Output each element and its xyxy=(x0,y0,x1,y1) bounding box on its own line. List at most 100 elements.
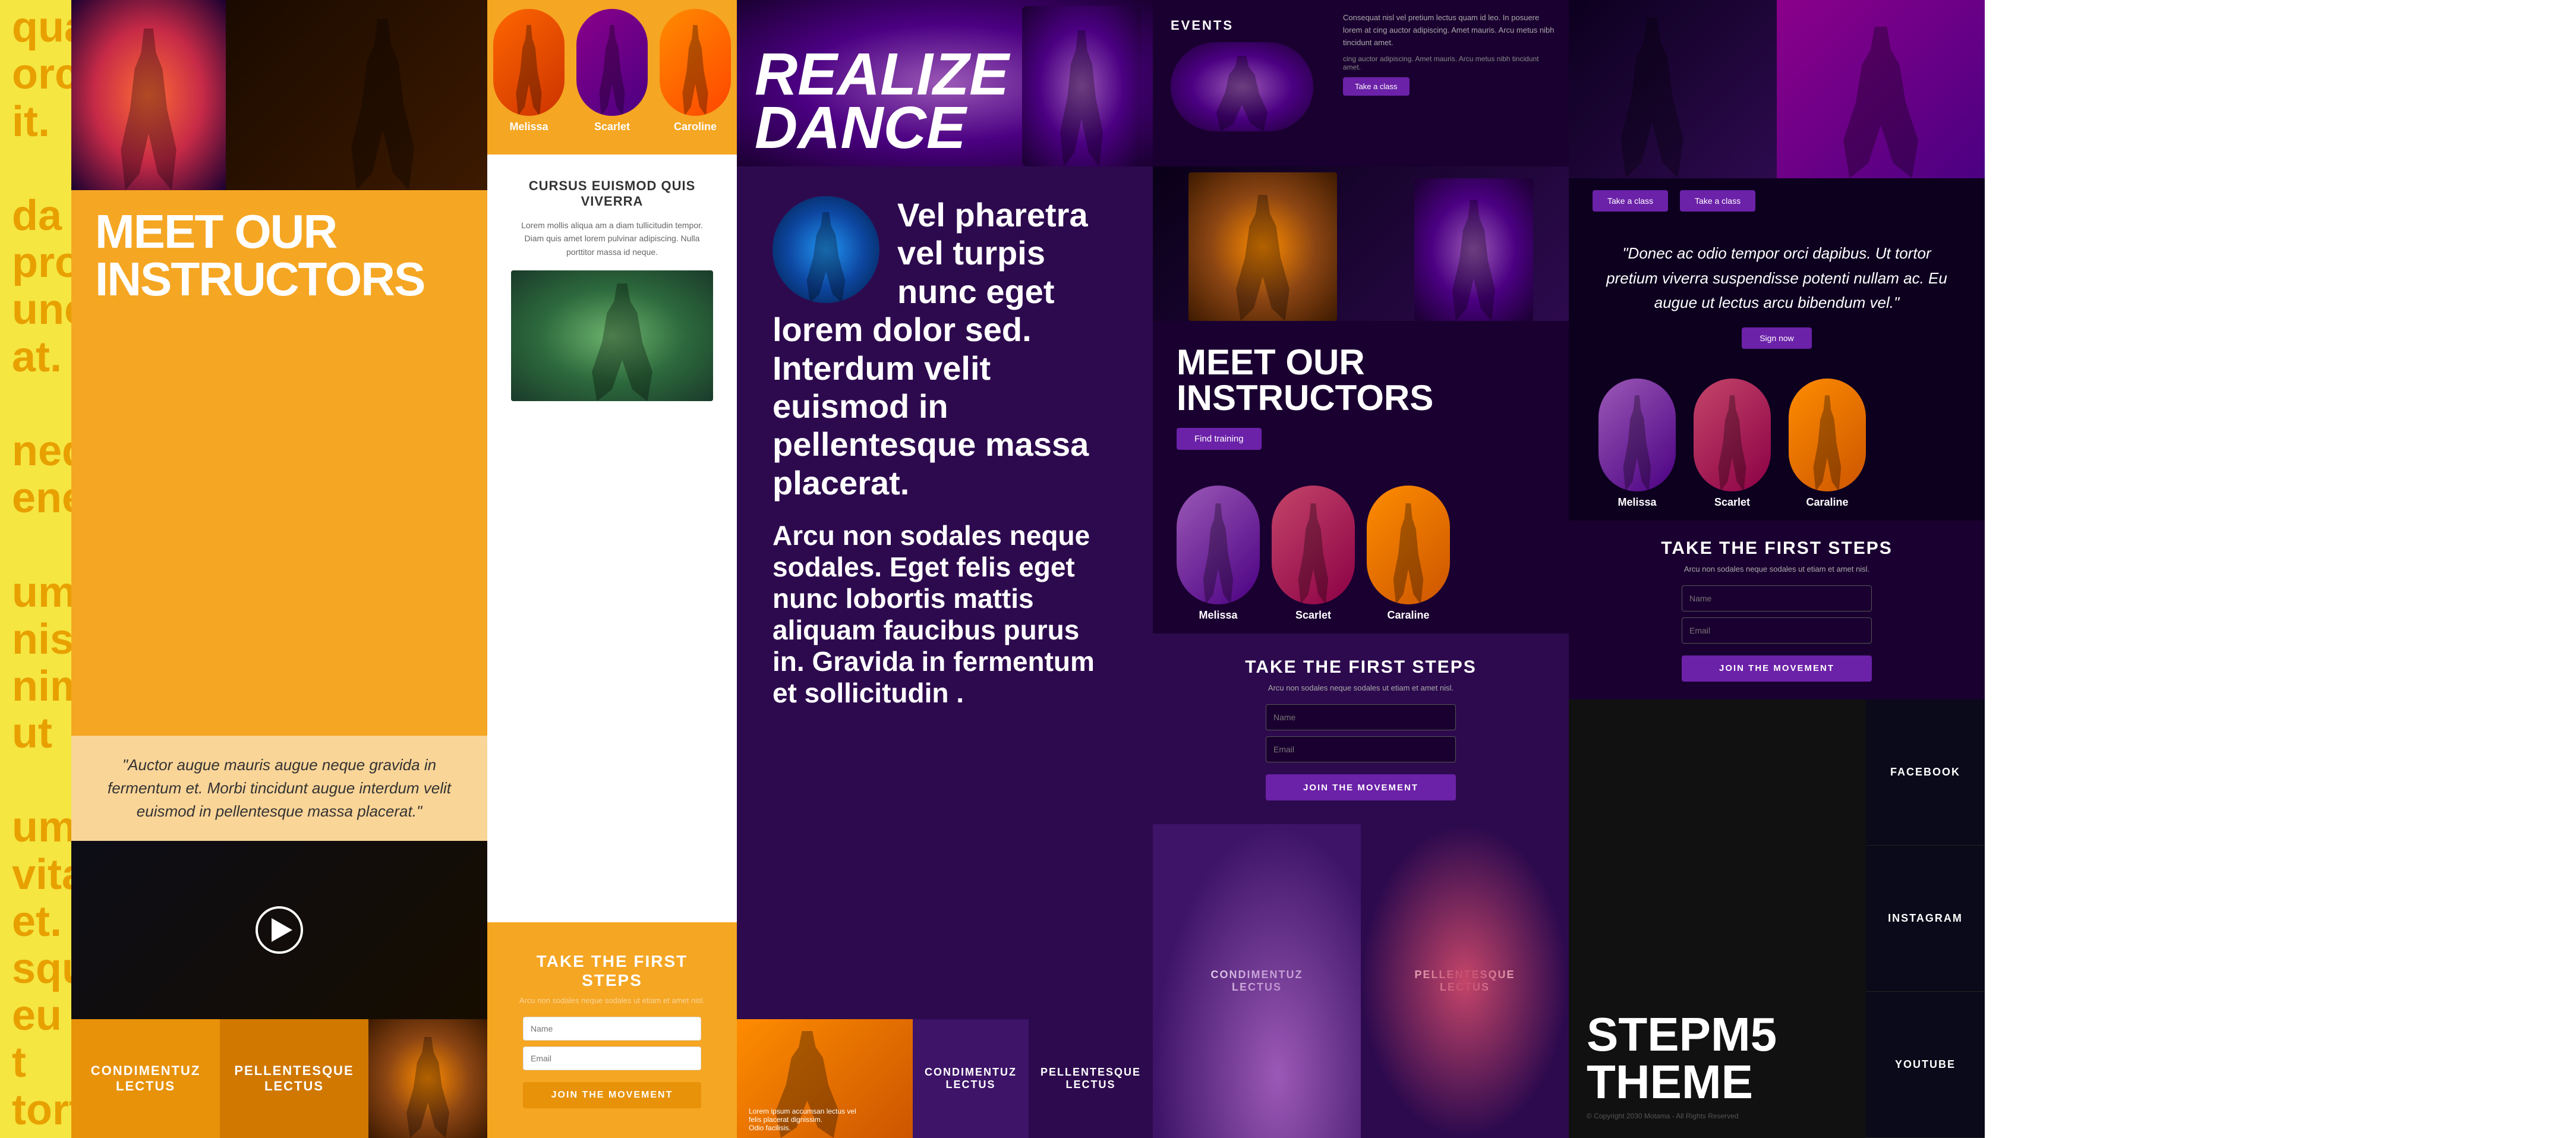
facebook-link[interactable]: FACEBOOK xyxy=(1866,699,1985,846)
panel4-photo-card: Lorem ipsum accumsan lectus velfelis pla… xyxy=(737,1019,913,1138)
panel3-cta: TAKE THE FIRST STEPS Arcu non sodales ne… xyxy=(487,922,737,1138)
panel5-duo-photo xyxy=(1153,166,1569,321)
panel5-events: EVENTS Consequat nisl vel pretium lectus… xyxy=(1153,0,1569,166)
panel6-buttons: Take a class Take a class xyxy=(1569,178,1985,223)
panel6-duo-photos xyxy=(1569,0,1985,178)
p5-name-input[interactable] xyxy=(1266,704,1456,730)
p6-join-button[interactable]: Join the movement xyxy=(1682,655,1872,682)
p5-card-bottom-2[interactable]: PELLENTESQUELECTUS xyxy=(1361,824,1569,1138)
panel2-card-pellentesque[interactable]: PELLENTESQUE LECTUS xyxy=(220,1019,368,1138)
p5-join-button[interactable]: Join the movement xyxy=(1266,774,1456,800)
panel4-card-pellentesque[interactable]: PELLENTESQUE LECTUS xyxy=(1029,1019,1153,1138)
p5-card-bottom-title-2: PELLENTESQUELECTUS xyxy=(1414,969,1515,994)
panel2-video-section[interactable] xyxy=(71,841,487,1019)
melissa-photo xyxy=(493,9,565,116)
meet-instructors-title-2: MEET OUR INSTRUCTORS xyxy=(1177,345,1545,416)
copyright-text: © Copyright 2030 Motama - All Rights Res… xyxy=(1587,1112,1739,1120)
panel-orange-dance: MEET OUR INSTRUCTORS "Auctor augue mauri… xyxy=(71,0,487,1138)
panel5-meet-section: MEET OUR INSTRUCTORS Find training xyxy=(1153,321,1569,474)
cta-email-input[interactable] xyxy=(523,1046,701,1070)
instagram-link[interactable]: INSTAGRAM xyxy=(1866,846,1985,992)
caroline-photo xyxy=(660,9,731,116)
p5-cta-subtitle: Arcu non sodales neque sodales ut etiam … xyxy=(1268,683,1453,692)
panel4-card-condimentuz[interactable]: CONDIMENTUZ LECTUS xyxy=(913,1019,1029,1138)
p6-scarlet-name: Scarlet xyxy=(1714,496,1750,509)
panel2-card-condimentuz[interactable]: CONDIMENTUZ LECTUS xyxy=(71,1019,220,1138)
card-title-1: CONDIMENTUZ xyxy=(91,1063,201,1079)
panel2-small-photo xyxy=(368,1019,487,1138)
panel5-bottom-cards: CONDIMENTUZLECTUS PELLENTESQUELECTUS xyxy=(1153,824,1569,1138)
panel6-ballet-photo xyxy=(1569,0,1777,178)
p5-caraline-photo xyxy=(1367,486,1450,604)
duo-dancer-left xyxy=(1188,172,1337,321)
panel4-content: Vel pharetra vel turpis nunc eget lorem … xyxy=(737,166,1153,1019)
panel4-card-title-2: PELLENTESQUE xyxy=(1041,1066,1141,1079)
stepm5-block: STEPM5 THEME © Copyright 2030 Motama - A… xyxy=(1569,699,1866,1138)
panel4-card-subtitle-2: LECTUS xyxy=(1065,1079,1115,1091)
p6-name-input[interactable] xyxy=(1682,585,1872,611)
panel4-text-stub: Lorem ipsum accumsan lectus velfelis pla… xyxy=(749,1107,856,1132)
p6-instructor-melissa: Melissa xyxy=(1598,379,1676,509)
p5-melissa-name: Melissa xyxy=(1199,609,1237,622)
dancer-circle-photo xyxy=(773,196,879,303)
card-title-2: PELLENTESQUE xyxy=(234,1063,354,1079)
panel4-bottom-cards: Lorem ipsum accumsan lectus velfelis pla… xyxy=(737,1019,1153,1138)
p6-caraline-photo xyxy=(1789,379,1866,491)
hero-dancer-silhouette xyxy=(1022,6,1141,166)
panel3-article: CURSUS EUISMOD QUIS VIVERRA Lorem mollis… xyxy=(487,155,737,922)
p5-melissa-figure xyxy=(1193,503,1243,604)
panel2-top-photos xyxy=(71,0,487,190)
p6-caraline-figure xyxy=(1804,395,1850,491)
p5-email-input[interactable] xyxy=(1266,736,1456,762)
panel2-photo-dark xyxy=(226,0,487,190)
panel2-quote-section: "Auctor augue mauris augue neque gravida… xyxy=(71,736,487,841)
panel6-cta: TAKE THE FIRST STEPS Arcu non sodales ne… xyxy=(1569,521,1985,699)
purple-sub-text: Arcu non sodales neque sodales. Eget fel… xyxy=(773,520,1117,708)
p5-cta-title: TAKE THE FIRST STEPS xyxy=(1245,657,1476,677)
big-quote-text: "Donec ac odio tempor orci dapibus. Ut t… xyxy=(1598,241,1955,316)
play-icon xyxy=(272,918,292,942)
article-title: CURSUS EUISMOD QUIS VIVERRA xyxy=(511,178,713,209)
panel6-footer: STEPM5 THEME © Copyright 2030 Motama - A… xyxy=(1569,699,1985,1138)
p5-scarlet-name: Scarlet xyxy=(1295,609,1331,622)
article-photo xyxy=(511,270,713,401)
sign-up-button[interactable]: Sign now xyxy=(1742,327,1812,349)
find-training-button[interactable]: Find training xyxy=(1177,428,1262,450)
cta-subtitle: Arcu non sodales neque sodales ut etiam … xyxy=(519,996,705,1005)
take-class-btn-1[interactable]: Take a class xyxy=(1593,190,1668,212)
p6-cta-subtitle: Arcu non sodales neque sodales ut etiam … xyxy=(1684,565,1869,573)
p5-caraline-figure xyxy=(1383,503,1433,604)
p6-melissa-name: Melissa xyxy=(1618,496,1656,509)
p5-card-bottom-1[interactable]: CONDIMENTUZLECTUS xyxy=(1153,824,1361,1138)
take-class-btn-2[interactable]: Take a class xyxy=(1680,190,1755,212)
events-left: EVENTS xyxy=(1153,0,1331,166)
panel6-instructors-row: Melissa Scarlet Caraline xyxy=(1569,367,1985,521)
video-overlay[interactable] xyxy=(71,841,487,1019)
panel4-hero: REALIZE DANCE xyxy=(737,0,1153,166)
cta-title: TAKE THE FIRST STEPS xyxy=(511,952,713,990)
panel2-content: MEET OUR INSTRUCTORS xyxy=(71,190,487,736)
realize-word: REALIZE xyxy=(755,48,1009,101)
play-button[interactable] xyxy=(256,906,303,954)
social-links: FACEBOOK INSTAGRAM YOUTUBE xyxy=(1866,699,1985,1138)
realize-dance-text: REALIZE DANCE xyxy=(755,48,1009,155)
p6-melissa-photo xyxy=(1598,379,1676,491)
cta-name-input[interactable] xyxy=(523,1017,701,1041)
events-desc: Consequat nisl vel pretium lectus quam i… xyxy=(1343,12,1557,49)
p6-caraline-name: Caraline xyxy=(1806,496,1848,509)
p5-scarlet-figure xyxy=(1288,503,1338,604)
p6-cta-title: TAKE THE FIRST STEPS xyxy=(1661,538,1892,559)
p6-scarlet-figure xyxy=(1709,395,1755,491)
article-body: Lorem mollis aliqua am a diam tullicitud… xyxy=(511,219,713,259)
take-class-button-1[interactable]: Take a class xyxy=(1343,77,1410,96)
melissa-name: Melissa xyxy=(509,121,548,133)
youtube-link[interactable]: YOUTUBE xyxy=(1866,992,1985,1138)
scarlet-name: Scarlet xyxy=(594,121,630,133)
dance-word: DANCE xyxy=(755,101,1009,155)
panel4-text-block: Vel pharetra vel turpis nunc eget lorem … xyxy=(773,196,1117,502)
p6-email-input[interactable] xyxy=(1682,617,1872,644)
cta-join-button[interactable]: Join the movement xyxy=(523,1082,701,1108)
melissa-figure xyxy=(507,25,550,116)
panel-purple-dance: REALIZE DANCE Vel pharetra vel turpis nu… xyxy=(737,0,1153,1138)
panel-yellow-text: e quamorciit.da proinuncat.nequeeneanum … xyxy=(0,0,71,1138)
